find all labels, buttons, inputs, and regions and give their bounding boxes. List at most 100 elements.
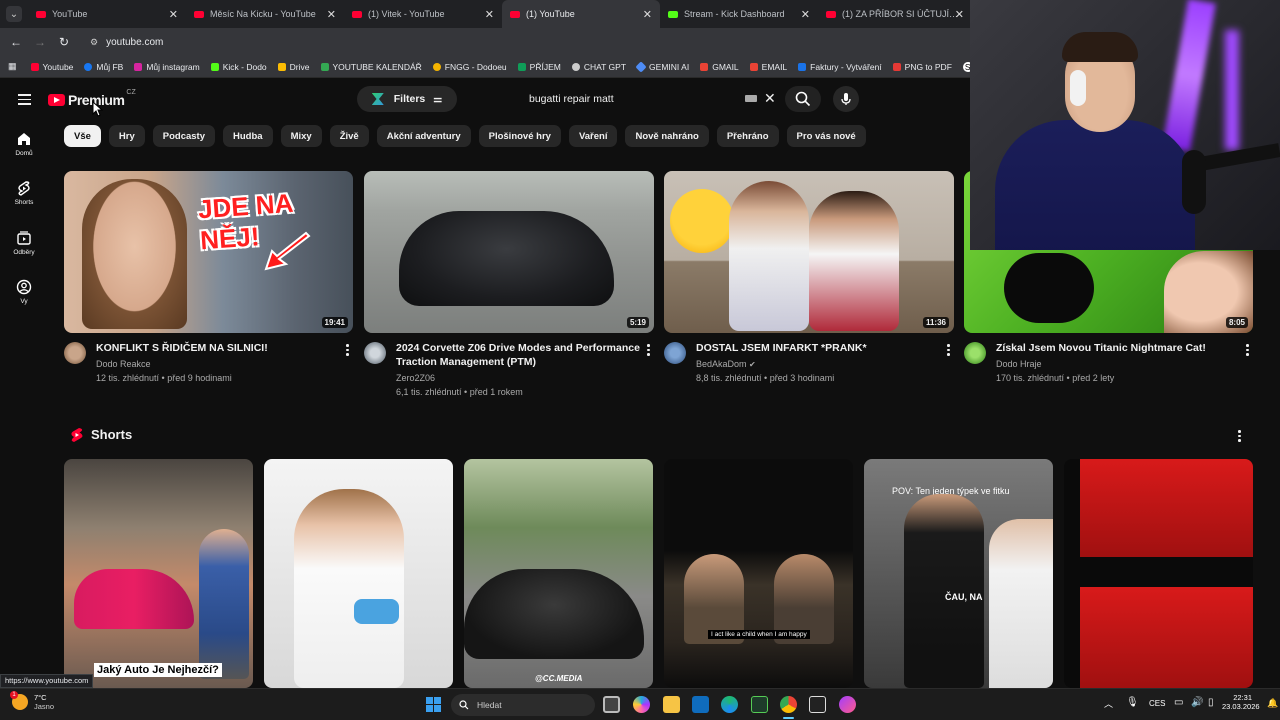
chip[interactable]: Živě	[329, 125, 369, 147]
chip[interactable]: Hudba	[223, 125, 273, 147]
more-options-icon[interactable]	[346, 344, 350, 358]
tab-youtube-6[interactable]: (1) ZA PŘÍBOR SI ÚČTUJÍ 150Kč✕	[818, 0, 968, 28]
apps-icon[interactable]: ▦	[8, 61, 17, 72]
file-explorer-icon[interactable]	[663, 696, 680, 713]
video-thumbnail[interactable]: 5:19	[364, 171, 654, 333]
back-icon[interactable]: ←	[4, 35, 28, 49]
chip[interactable]: Plošinové hry	[478, 125, 561, 147]
epic-games-icon[interactable]	[809, 696, 826, 713]
bookmark-item[interactable]: PŘÍJEM	[517, 62, 561, 72]
bookmark-item[interactable]: Faktury - Vytváření	[798, 62, 882, 72]
chip[interactable]: Vše	[64, 125, 101, 147]
chrome-icon[interactable]	[780, 696, 797, 713]
tab-youtube-3[interactable]: (1) Vitek - YouTube ✕	[344, 0, 502, 28]
chip[interactable]: Hry	[108, 125, 145, 147]
search-input[interactable]: bugatti repair matt ✕	[517, 86, 787, 112]
channel-avatar[interactable]	[364, 342, 386, 364]
bookmark-item[interactable]: GMAIL	[700, 62, 739, 72]
tab-youtube-1[interactable]: YouTube ✕	[28, 0, 186, 28]
terminal-icon[interactable]	[751, 696, 768, 713]
more-options-icon[interactable]	[947, 344, 951, 358]
channel-avatar[interactable]	[964, 342, 986, 364]
bookmark-item[interactable]: EMAIL	[749, 62, 787, 72]
chip[interactable]: Pro vás nové	[786, 125, 866, 147]
bookmark-item[interactable]: GEMINI AI	[635, 60, 689, 73]
bookmark-item[interactable]: Drive	[277, 62, 310, 72]
more-options-icon[interactable]	[1246, 344, 1250, 358]
channel-name[interactable]: BedAkaDom ✔	[696, 357, 756, 372]
short-thumbnail[interactable]: I act like a child when I am happy	[664, 459, 853, 688]
reload-icon[interactable]: ↻	[52, 35, 76, 49]
shorts-more-options-icon[interactable]	[1238, 430, 1242, 444]
clock[interactable]: 22:31 23.03.2026	[1222, 693, 1260, 711]
outlook-icon[interactable]	[692, 696, 709, 713]
short-thumbnail[interactable]: POV: Ten jeden týpek ve fitku ČAU, NA	[864, 459, 1053, 688]
copilot-icon[interactable]	[633, 696, 650, 713]
tab-youtube-2[interactable]: Měsíc Na Kicku - YouTube ✕	[186, 0, 344, 28]
bookmark-item[interactable]: Můj FB	[84, 62, 123, 72]
channel-avatar[interactable]	[64, 342, 86, 364]
site-info-icon[interactable]: ⚙	[90, 37, 98, 48]
filters-button[interactable]: Filters ⚌	[357, 86, 457, 112]
chip[interactable]: Nově nahráno	[625, 125, 709, 147]
url-field[interactable]: ⚙ youtube.com	[90, 37, 163, 48]
search-button[interactable]	[785, 86, 821, 112]
close-icon[interactable]: ✕	[643, 8, 652, 21]
taskbar-search[interactable]: Hledat	[451, 694, 595, 716]
bookmark-item[interactable]: CHAT GPT	[571, 62, 626, 72]
chevron-up-icon[interactable]: ︿	[1104, 697, 1113, 710]
bookmark-item[interactable]: FNGG - Dodoeu	[432, 62, 507, 72]
network-icon[interactable]: ▭	[1174, 697, 1183, 708]
battery-icon[interactable]: ▯	[1208, 697, 1214, 708]
bookmark-item[interactable]: S	[962, 61, 970, 72]
video-thumbnail[interactable]: 11:36	[664, 171, 954, 333]
clear-search-icon[interactable]: ✕	[764, 90, 776, 107]
short-thumbnail[interactable]: Jaký Auto Je Nejhezčí?	[64, 459, 253, 688]
bookmark-item[interactable]: PNG to PDF	[892, 62, 952, 72]
close-icon[interactable]: ✕	[169, 8, 178, 21]
chip[interactable]: Přehráno	[716, 125, 779, 147]
notification-bell-icon[interactable]: 🔔	[1267, 698, 1278, 709]
keyboard-icon[interactable]	[745, 95, 757, 102]
sidebar-item-shorts[interactable]: Shorts	[0, 180, 48, 206]
close-icon[interactable]: ✕	[955, 8, 964, 21]
chip[interactable]: Vaření	[568, 125, 618, 147]
more-options-icon[interactable]	[647, 344, 651, 358]
sidebar-item-home[interactable]: Domů	[0, 131, 48, 157]
tab-search-button[interactable]: ⌄	[6, 6, 22, 22]
video-title[interactable]: Získal Jsem Novou Titanic Nightmare Cat!	[996, 341, 1236, 355]
chip[interactable]: Akční adventury	[376, 125, 471, 147]
tab-kick-dashboard[interactable]: Stream - Kick Dashboard ✕	[660, 0, 818, 28]
channel-name[interactable]: Zero2Z06	[396, 371, 435, 386]
chip[interactable]: Mixy	[280, 125, 322, 147]
video-title[interactable]: DOSTAL JSEM INFARKT *PRANK*	[696, 341, 936, 355]
short-thumbnail[interactable]	[264, 459, 453, 688]
start-button[interactable]	[426, 697, 441, 712]
messenger-icon[interactable]	[839, 696, 856, 713]
chip[interactable]: Podcasty	[152, 125, 215, 147]
edge-icon[interactable]	[721, 696, 738, 713]
sidebar-item-you[interactable]: Vy	[0, 279, 48, 305]
task-view-icon[interactable]	[603, 696, 620, 713]
channel-name[interactable]: Dodo Reakce	[96, 357, 151, 372]
video-title[interactable]: 2024 Corvette Z06 Drive Modes and Perfor…	[396, 341, 646, 369]
microphone-status-icon[interactable]: 🎙	[1126, 697, 1139, 708]
channel-name[interactable]: Dodo Hraje	[996, 357, 1042, 372]
short-thumbnail[interactable]	[1064, 459, 1253, 688]
bookmark-item[interactable]: YOUTUBE KALENDÁŘ	[320, 62, 422, 72]
menu-icon[interactable]	[18, 94, 31, 108]
video-thumbnail[interactable]: JDE NA NĚJ! 19:41	[64, 171, 353, 333]
language-indicator[interactable]: CES	[1149, 699, 1165, 708]
tab-youtube-active[interactable]: (1) YouTube ✕	[502, 0, 660, 28]
sidebar-item-subscriptions[interactable]: Odběry	[0, 230, 48, 256]
bookmark-item[interactable]: Můj instagram	[134, 62, 200, 72]
volume-icon[interactable]: 🔊	[1191, 697, 1203, 708]
close-icon[interactable]: ✕	[485, 8, 494, 21]
close-icon[interactable]: ✕	[327, 8, 336, 21]
voice-search-button[interactable]	[833, 86, 859, 112]
short-thumbnail[interactable]: @CC.MEDIA	[464, 459, 653, 688]
bookmark-item[interactable]: Youtube	[30, 62, 73, 72]
weather-widget[interactable]: 1 7°C Jasno	[10, 691, 54, 711]
bookmark-item[interactable]: Kick - Dodo	[210, 62, 267, 72]
close-icon[interactable]: ✕	[801, 8, 810, 21]
